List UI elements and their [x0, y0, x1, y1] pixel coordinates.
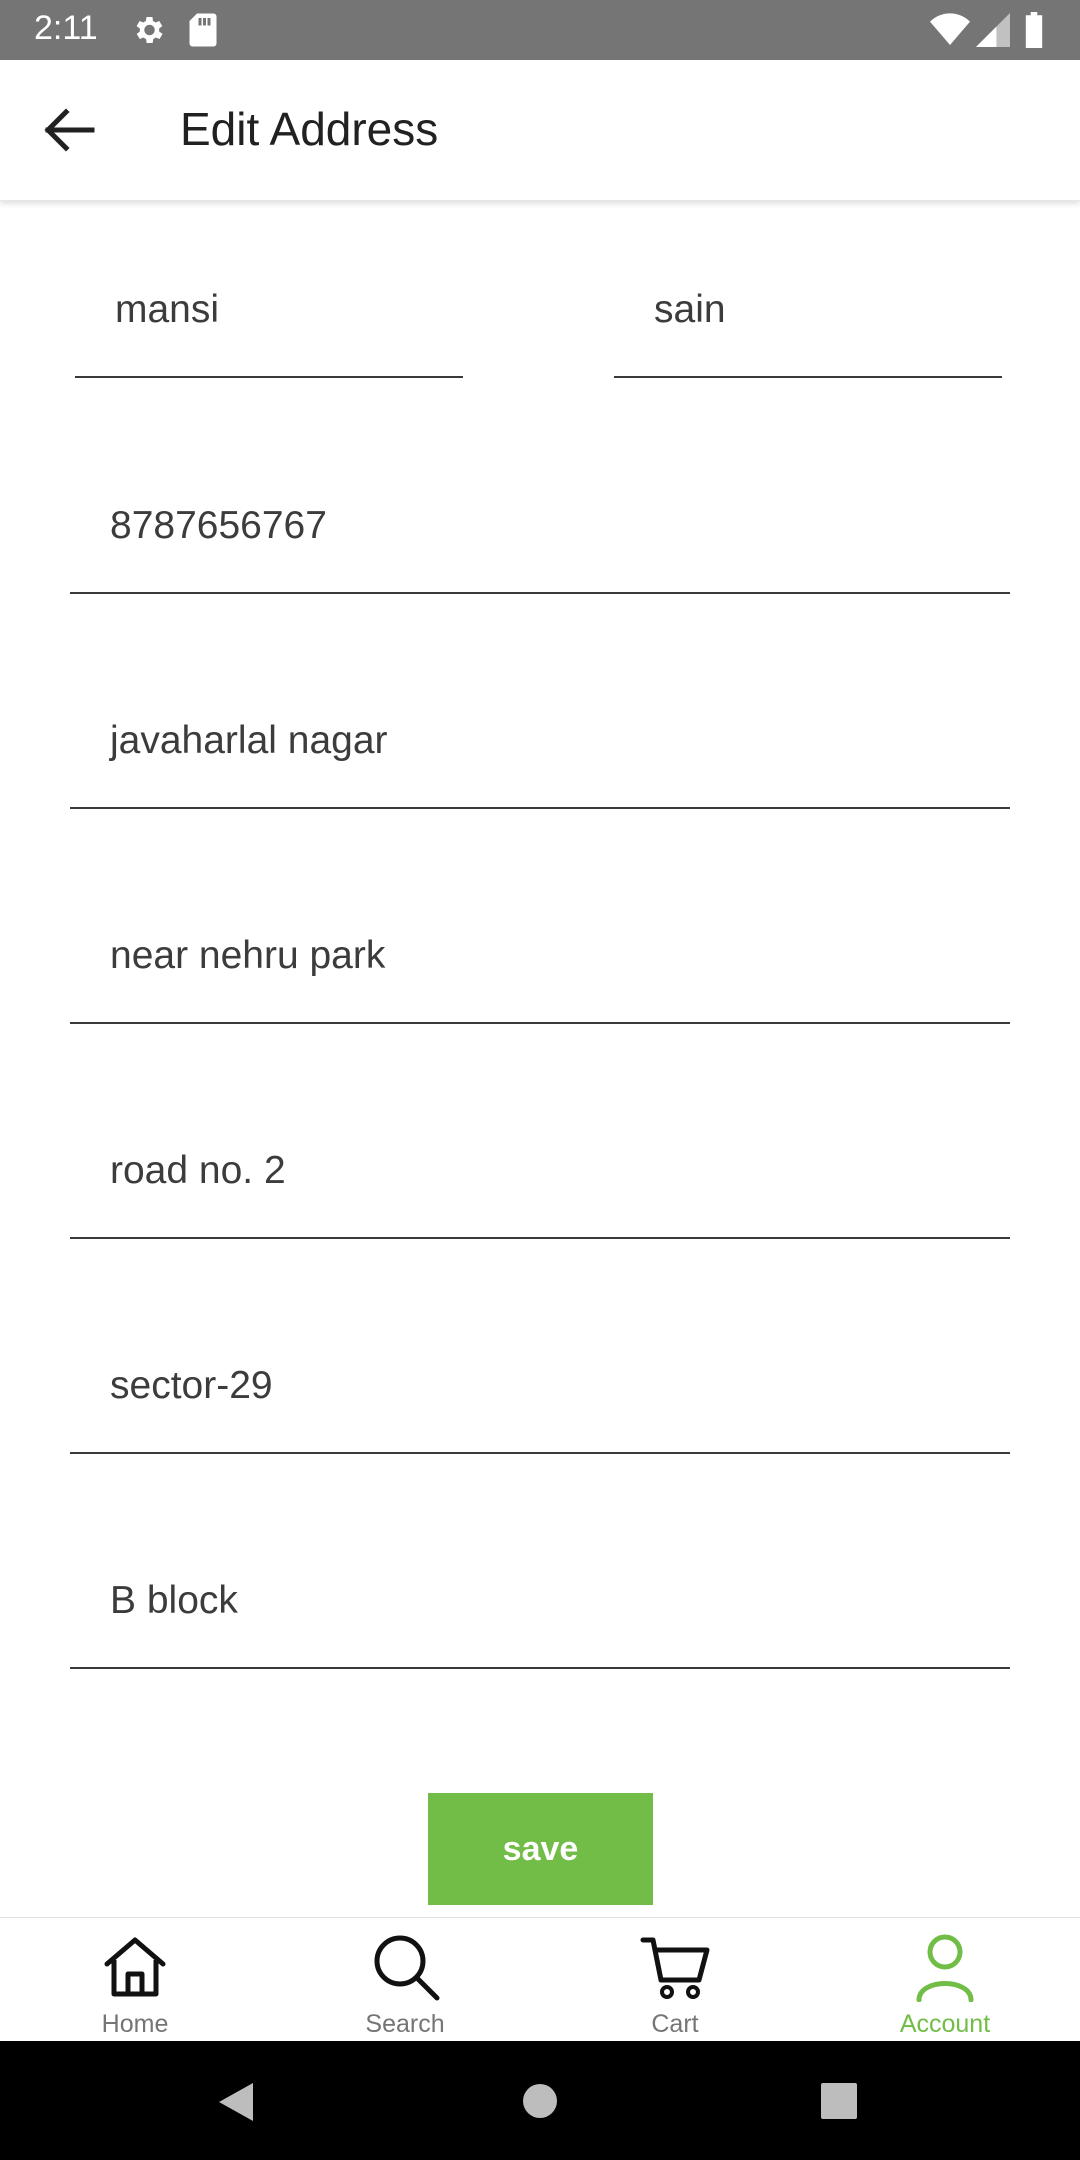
sd-card-icon: [189, 13, 217, 47]
battery-icon: [1025, 12, 1043, 48]
nav-cart-label: Cart: [651, 2010, 699, 2038]
back-button[interactable]: [34, 98, 106, 162]
account-icon: [916, 1934, 974, 2002]
block-field[interactable]: B block: [70, 1550, 1010, 1669]
system-home-icon[interactable]: [520, 2081, 560, 2121]
settings-icon: [136, 16, 163, 44]
cart-icon: [640, 1937, 710, 1999]
status-bar: 2:11: [0, 0, 1080, 60]
last-name-field[interactable]: sain: [614, 260, 1002, 378]
arrow-back-icon: [44, 108, 95, 152]
app-bar: Edit Address: [0, 60, 1080, 201]
road-value: road no. 2: [110, 1149, 286, 1192]
nav-cart[interactable]: Cart: [575, 1918, 775, 2042]
signal-icon: [976, 13, 1010, 47]
road-field[interactable]: road no. 2: [70, 1120, 1010, 1239]
wifi-icon: [930, 13, 970, 45]
phone-value: 8787656767: [110, 504, 327, 547]
nav-home[interactable]: Home: [35, 1918, 235, 2042]
block-value: B block: [110, 1579, 238, 1622]
address-line1-value: javaharlal nagar: [110, 719, 388, 762]
nav-account-label: Account: [899, 2010, 991, 2038]
nav-search[interactable]: Search: [305, 1918, 505, 2042]
sector-value: sector-29: [110, 1364, 273, 1407]
search-icon: [374, 1935, 440, 2001]
status-time: 2:11: [34, 9, 98, 47]
system-recents-icon[interactable]: [820, 2082, 858, 2120]
page-title: Edit Address: [180, 103, 439, 155]
nav-account[interactable]: Account: [845, 1918, 1045, 2042]
nav-home-label: Home: [101, 2010, 169, 2038]
home-icon: [104, 1937, 166, 1997]
nav-search-label: Search: [365, 2010, 445, 2038]
first-name-value: mansi: [115, 288, 220, 331]
landmark-value: near nehru park: [110, 934, 386, 977]
last-name-value: sain: [654, 288, 726, 331]
sector-field[interactable]: sector-29: [70, 1335, 1010, 1454]
landmark-field[interactable]: near nehru park: [70, 905, 1010, 1024]
first-name-field[interactable]: mansi: [75, 260, 463, 378]
system-back-icon[interactable]: [215, 2081, 255, 2123]
bottom-nav: Home Search Cart Account: [0, 1917, 1080, 2042]
phone-field[interactable]: 8787656767: [70, 475, 1010, 594]
address-line1-field[interactable]: javaharlal nagar: [70, 690, 1010, 809]
save-button[interactable]: save: [428, 1793, 653, 1905]
system-nav-bar: [0, 2041, 1080, 2160]
